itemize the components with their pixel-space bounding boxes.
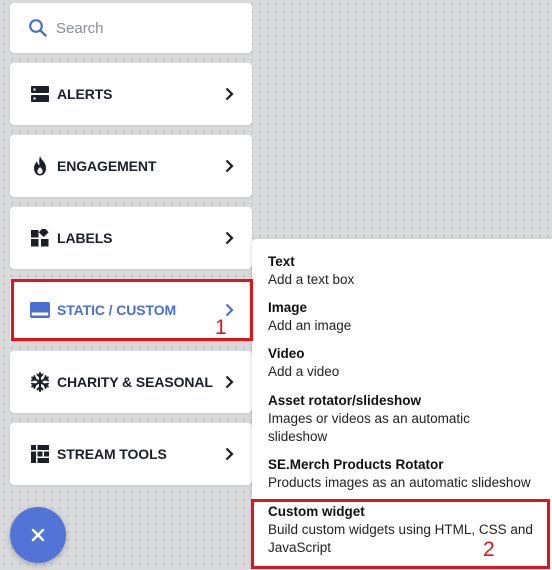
submenu-item-title: Asset rotator/slideshow bbox=[268, 393, 422, 408]
submenu-item-video[interactable]: Video Add a video bbox=[268, 345, 544, 381]
chevron-right-icon bbox=[222, 87, 236, 101]
submenu-item-asset-rotator[interactable]: Asset rotator/slideshow Images or videos… bbox=[268, 392, 544, 446]
sidebar-item-label: ENGAGEMENT bbox=[57, 158, 157, 174]
submenu-item-description: Add a video bbox=[268, 364, 340, 379]
sidebar-item-label: CHARITY & SEASONAL bbox=[57, 374, 213, 390]
snowflake-icon bbox=[30, 372, 50, 392]
sidebar-item-alerts[interactable]: ALERTS bbox=[10, 63, 252, 125]
search-input[interactable] bbox=[56, 19, 236, 37]
submenu-item-description: Add an image bbox=[268, 318, 352, 333]
close-button[interactable] bbox=[10, 507, 66, 563]
flame-icon bbox=[30, 156, 50, 176]
submenu-item-description: Images or videos as an automatic slidesh… bbox=[268, 411, 470, 444]
sidebar-item-label: STATIC / CUSTOM bbox=[57, 302, 177, 318]
stream-tools-icon bbox=[30, 444, 50, 464]
submenu-item-merch-rotator[interactable]: SE.Merch Products Rotator Products image… bbox=[268, 456, 544, 492]
submenu-item-image[interactable]: Image Add an image bbox=[268, 299, 544, 335]
submenu-item-description: Add a text box bbox=[268, 272, 355, 287]
search-box[interactable] bbox=[10, 3, 252, 53]
sidebar-item-labels[interactable]: LABELS bbox=[10, 207, 252, 269]
submenu-item-custom-widget[interactable]: Custom widget Build custom widgets using… bbox=[268, 503, 544, 557]
submenu-item-title: Custom widget bbox=[268, 504, 365, 519]
submenu-item-title: Image bbox=[268, 300, 308, 315]
annotation-marker-1: 1 bbox=[215, 316, 227, 339]
chevron-right-icon bbox=[222, 303, 236, 317]
sidebar-item-engagement[interactable]: ENGAGEMENT bbox=[10, 135, 252, 197]
submenu-item-title: Text bbox=[268, 254, 295, 269]
submenu-item-text[interactable]: Text Add a text box bbox=[268, 253, 544, 289]
sidebar-item-label: ALERTS bbox=[57, 86, 113, 102]
sidebar-item-label: LABELS bbox=[57, 230, 113, 246]
close-icon bbox=[31, 528, 45, 542]
chevron-right-icon bbox=[222, 231, 236, 245]
submenu-item-description: Build custom widgets using HTML, CSS and… bbox=[268, 522, 533, 555]
chevron-right-icon bbox=[222, 447, 236, 461]
alerts-icon bbox=[30, 84, 50, 104]
submenu-item-title: Video bbox=[268, 346, 305, 361]
chevron-right-icon bbox=[222, 375, 236, 389]
submenu-item-description: Products images as an automatic slidesho… bbox=[268, 475, 531, 490]
search-icon bbox=[28, 18, 48, 38]
sidebar-item-label: STREAM TOOLS bbox=[57, 446, 167, 462]
static-custom-icon bbox=[30, 300, 50, 320]
sidebar-item-stream-tools[interactable]: STREAM TOOLS bbox=[10, 423, 252, 485]
labels-icon bbox=[30, 228, 50, 248]
widget-submenu: Text Add a text box Image Add an image V… bbox=[252, 239, 552, 570]
chevron-right-icon bbox=[222, 159, 236, 173]
annotation-marker-2: 2 bbox=[483, 538, 495, 561]
submenu-item-title: SE.Merch Products Rotator bbox=[268, 457, 444, 472]
sidebar-item-charity-seasonal[interactable]: CHARITY & SEASONAL bbox=[10, 351, 252, 413]
